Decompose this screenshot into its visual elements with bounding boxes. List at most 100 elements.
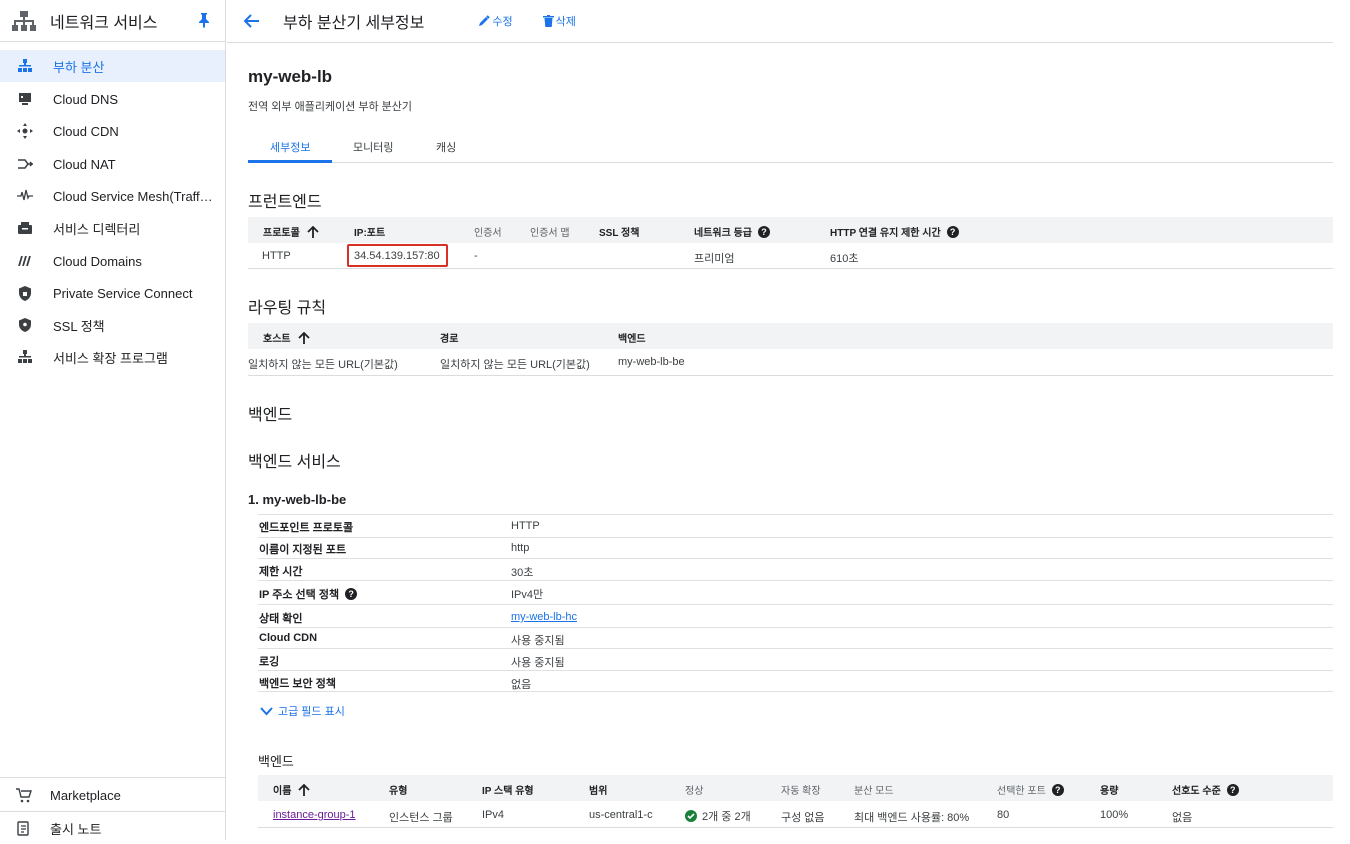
prop-value: 30초 xyxy=(511,567,534,579)
divider xyxy=(258,648,1333,649)
table-row: instance-group-1 인스턴스 그룹 IPv4 us-central… xyxy=(258,801,1333,828)
sidebar-item-ssl-policy[interactable]: SSL 정책 xyxy=(0,309,225,341)
tab-caching[interactable]: 캐싱 xyxy=(436,139,456,155)
prop-value: 사용 중지됨 xyxy=(511,657,565,669)
cell-selected-port: 80 xyxy=(997,809,1010,821)
sidebar-item-cloud-nat[interactable]: Cloud NAT xyxy=(0,148,225,180)
help-icon[interactable]: ? xyxy=(1051,783,1064,796)
show-advanced-fields-label: 고급 필드 표시 xyxy=(278,706,345,718)
cell-ip-stack: IPv4 xyxy=(482,809,505,821)
table-row: HTTP 34.54.139.157:80 - 프리미엄 610초 xyxy=(248,243,1333,269)
column-header-scope: 범위 xyxy=(589,786,608,797)
cell-capacity: 100% xyxy=(1100,809,1129,821)
prop-key: 백엔드 보안 정책 xyxy=(259,678,336,690)
column-header-certificate-map: 인증서 맵 xyxy=(530,228,570,239)
backends-subheading: 백엔드 xyxy=(258,754,294,769)
divider xyxy=(258,604,1333,605)
divider xyxy=(258,558,1333,559)
pin-icon[interactable] xyxy=(197,12,211,28)
cell-certificate: - xyxy=(474,250,478,262)
cell-host: 일치하지 않는 모든 URL(기본값) xyxy=(248,359,398,371)
domains-icon xyxy=(17,253,33,269)
prop-value: 없음 xyxy=(511,679,532,691)
prop-value: 사용 중지됨 xyxy=(511,635,565,647)
column-header-preference: 선호도 수준? xyxy=(1172,782,1239,797)
sidebar-item-load-balancing[interactable]: 부하 분산 xyxy=(0,50,225,82)
divider xyxy=(258,580,1333,581)
tab-details[interactable]: 세부정보 xyxy=(270,139,310,155)
sort-arrow-up-icon xyxy=(297,331,310,344)
sidebar-item-label: Marketplace xyxy=(50,787,121,803)
sidebar-item-service-mesh[interactable]: Cloud Service Mesh(Traffi... xyxy=(0,180,225,212)
sidebar: 네트워크 서비스 부하 분산 Cloud DNS Cloud CDN Cloud… xyxy=(0,0,226,840)
prop-value: IPv4만 xyxy=(511,589,544,601)
edit-button[interactable]: 수정 xyxy=(478,13,513,29)
prop-key: 로깅 xyxy=(259,656,280,668)
sidebar-item-label: SSL 정책 xyxy=(53,318,105,334)
service-directory-icon xyxy=(17,220,33,236)
column-header-protocol[interactable]: 프로토콜 xyxy=(263,224,320,239)
sidebar-item-label: Cloud NAT xyxy=(53,156,116,172)
cell-keepalive-timeout: 610초 xyxy=(830,253,859,265)
sidebar-item-cloud-cdn[interactable]: Cloud CDN xyxy=(0,115,225,147)
column-header-backend: 백엔드 xyxy=(618,334,646,345)
prop-key: 이름이 지정된 포트 xyxy=(259,544,347,556)
show-advanced-fields-button[interactable]: 고급 필드 표시 xyxy=(260,703,345,719)
private-service-connect-icon xyxy=(17,285,33,301)
load-balancer-type: 전역 외부 애플리케이션 부하 분산기 xyxy=(248,101,413,113)
sidebar-item-label: Private Service Connect xyxy=(53,285,193,301)
tab-monitoring[interactable]: 모니터링 xyxy=(353,139,393,155)
sidebar-item-label: 서비스 확장 프로그램 xyxy=(53,350,168,366)
column-header-name[interactable]: 이름 xyxy=(273,782,311,797)
backend-service-title: 1. my-web-lb-be xyxy=(248,492,347,507)
help-icon[interactable]: ? xyxy=(946,225,959,238)
backend-heading: 백엔드 xyxy=(248,407,293,424)
release-notes-icon xyxy=(16,820,32,836)
backend-services-heading: 백엔드 서비스 xyxy=(248,454,341,471)
column-header-path: 경로 xyxy=(440,334,459,345)
sidebar-item-service-directory[interactable]: 서비스 디렉터리 xyxy=(0,212,225,244)
prop-key: Cloud CDN xyxy=(259,632,318,644)
cell-type: 인스턴스 그룹 xyxy=(389,812,453,824)
column-header-selected-port: 선택한 포트? xyxy=(997,782,1064,797)
sidebar-item-label: 부하 분산 xyxy=(53,59,105,75)
delete-button[interactable]: 삭제 xyxy=(542,13,576,29)
highlight-box xyxy=(347,244,448,267)
sidebar-item-marketplace[interactable]: Marketplace xyxy=(0,779,225,811)
health-check-link-text[interactable]: my-web-lb-hc xyxy=(511,611,577,623)
divider xyxy=(0,777,225,778)
edit-label: 수정 xyxy=(492,16,513,28)
load-balancer-name: my-web-lb xyxy=(248,67,333,86)
chevron-down-icon xyxy=(260,706,273,715)
column-header-host[interactable]: 호스트 xyxy=(263,330,311,345)
help-icon[interactable]: ? xyxy=(1226,783,1239,796)
sidebar-item-private-service-connect[interactable]: Private Service Connect xyxy=(0,277,225,309)
cell-path: 일치하지 않는 모든 URL(기본값) xyxy=(440,359,590,371)
divider xyxy=(258,514,1333,515)
sidebar-item-cloud-domains[interactable]: Cloud Domains xyxy=(0,245,225,277)
column-header-ip-port: IP:포트 xyxy=(354,228,386,239)
instance-group-link[interactable]: instance-group-1 xyxy=(273,809,356,821)
prop-key: 엔드포인트 프로토콜 xyxy=(259,522,354,534)
sidebar-item-release-notes[interactable]: 출시 노트 xyxy=(0,812,225,844)
back-arrow-icon[interactable] xyxy=(243,12,261,30)
help-icon[interactable]: ? xyxy=(757,225,770,238)
prop-value: HTTP xyxy=(511,520,540,532)
delete-label: 삭제 xyxy=(555,16,576,28)
divider xyxy=(258,670,1333,671)
cell-scope: us-central1-c xyxy=(589,809,653,821)
page-title: 부하 분산기 세부정보 xyxy=(283,15,425,32)
cell-preference: 없음 xyxy=(1172,812,1193,824)
sidebar-item-label: Cloud CDN xyxy=(53,123,119,139)
active-tab-indicator xyxy=(248,160,332,163)
backends-table-header: 이름 유형 IP 스택 유형 범위 정상 자동 확장 분산 모드 선택한 포트?… xyxy=(258,775,1333,801)
sidebar-item-service-extensions[interactable]: 서비스 확장 프로그램 xyxy=(0,341,225,373)
column-header-certificate: 인증서 xyxy=(474,228,502,239)
nat-icon xyxy=(17,156,33,172)
routing-table-header: 호스트 경로 백엔드 xyxy=(248,323,1333,349)
help-icon[interactable]: ? xyxy=(345,588,358,600)
health-check-link[interactable]: my-web-lb-hc xyxy=(511,611,577,623)
sidebar-item-cloud-dns[interactable]: Cloud DNS xyxy=(0,83,225,115)
ssl-policy-icon xyxy=(17,317,33,333)
cell-autoscaling: 구성 없음 xyxy=(781,812,825,824)
